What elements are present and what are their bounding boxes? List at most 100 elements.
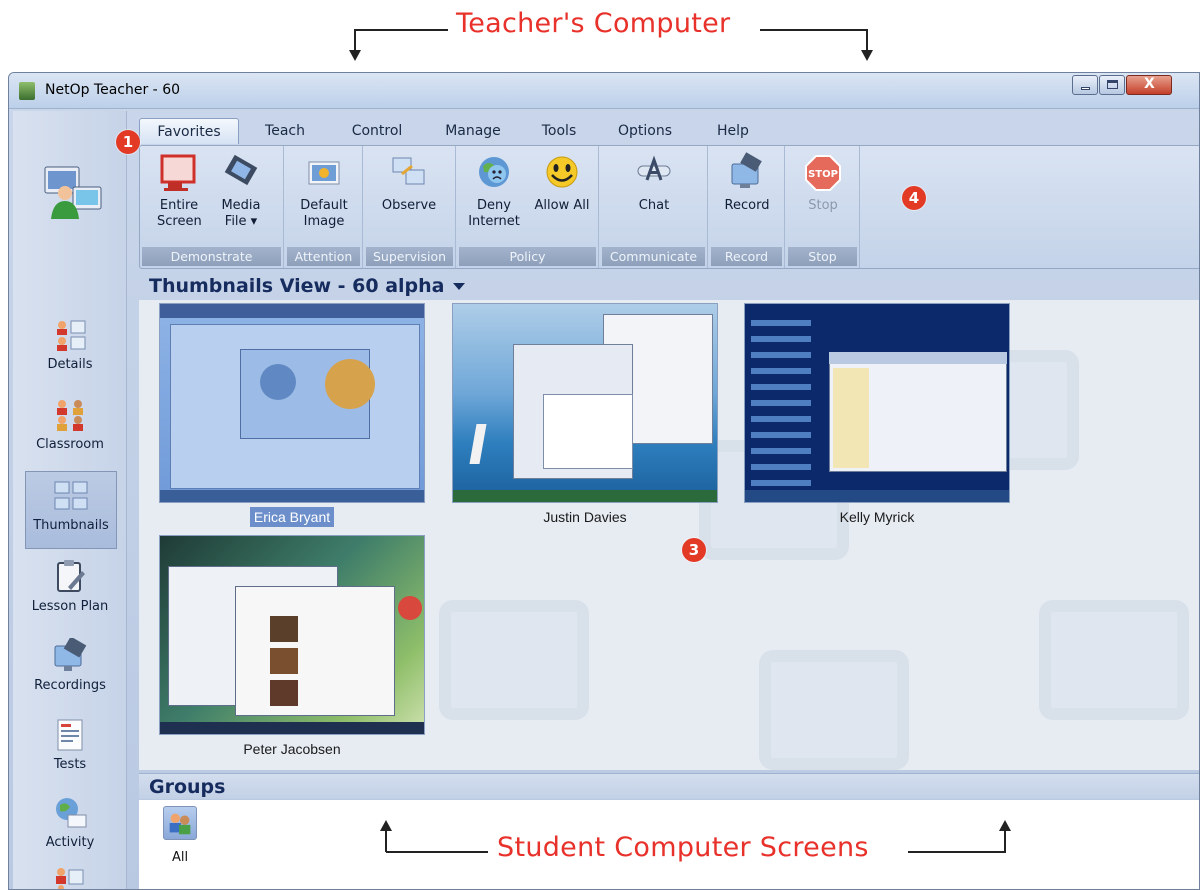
- student-screen-preview: [159, 303, 425, 503]
- student-name: Peter Jacobsen: [243, 741, 341, 757]
- student-name: Erica Bryant: [159, 507, 425, 527]
- image-icon: [308, 161, 340, 185]
- group-label-attention: Attention: [287, 247, 360, 266]
- netop-app-icon: [19, 82, 35, 100]
- sidebar-item-thumbnails[interactable]: Thumbnails: [25, 471, 117, 549]
- teacher-computer-callout: Teacher's Computer: [456, 8, 731, 39]
- title-bar[interactable]: NetOp Teacher - 60 X: [9, 73, 1199, 109]
- recordings-icon: [54, 638, 87, 671]
- sidebar-item-details[interactable]: Details: [13, 311, 127, 389]
- svg-text:STOP: STOP: [808, 169, 838, 180]
- student-screens-callout: Student Computer Screens: [497, 832, 869, 863]
- sidebar-item-recordings[interactable]: Recordings: [13, 632, 127, 710]
- record-icon: [731, 152, 762, 188]
- ribbon-group-attention: Default Image Attention: [285, 146, 363, 268]
- tests-icon: [57, 719, 83, 751]
- group-all-label: All: [171, 850, 189, 865]
- tab-favorites[interactable]: Favorites: [139, 118, 239, 144]
- group-label-record: Record: [711, 247, 782, 266]
- entire-screen-button[interactable]: Entire Screen: [146, 152, 212, 230]
- background-monitor-graphic: [1039, 600, 1189, 720]
- tab-teach[interactable]: Teach: [247, 118, 323, 144]
- observe-icon: [392, 157, 425, 185]
- stop-label: Stop: [808, 198, 838, 213]
- student-name: Justin Davies: [543, 509, 627, 525]
- groups-header: Groups: [139, 773, 1199, 799]
- close-icon: X: [1144, 76, 1155, 92]
- teacher-computer-icon: [44, 166, 102, 219]
- sidebar-item-tests[interactable]: Tests: [13, 711, 127, 789]
- minimize-icon: [1081, 87, 1090, 90]
- bottom-callout-arrow-left: [380, 820, 392, 831]
- observe-button[interactable]: Observe: [376, 152, 442, 214]
- thumbnails-view-title[interactable]: Thumbnails View - 60 alpha: [149, 275, 444, 297]
- background-monitor-graphic: [439, 600, 589, 720]
- top-callout-tick-left: [354, 29, 356, 51]
- tab-help[interactable]: Help: [705, 118, 761, 144]
- stop-button[interactable]: STOP Stop: [790, 152, 856, 214]
- sad-globe-icon: [479, 157, 509, 187]
- student-screen-preview: [452, 303, 718, 503]
- allow-all-button[interactable]: Allow All: [529, 152, 595, 214]
- top-callout-tick-right: [866, 29, 868, 51]
- bottom-callout-tick-right: [1004, 830, 1006, 852]
- minimize-button[interactable]: [1072, 75, 1098, 95]
- callout-number-1: 1: [116, 130, 140, 154]
- tab-tools[interactable]: Tools: [527, 118, 591, 144]
- close-button[interactable]: X: [1126, 75, 1172, 95]
- bottom-callout-tick-left: [385, 830, 387, 852]
- tab-manage[interactable]: Manage: [431, 118, 515, 144]
- media-file-button[interactable]: Media File ▾: [208, 152, 274, 230]
- maximize-button[interactable]: [1099, 75, 1125, 95]
- groups-title: Groups: [149, 776, 226, 798]
- stage: Teacher's Computer NetOp Teacher - 60 X: [0, 0, 1200, 890]
- ribbon-group-supervision: Observe Supervision: [364, 146, 456, 268]
- thumbnails-view-header: Thumbnails View - 60 alpha: [139, 273, 1199, 299]
- bottom-callout-arrow-right: [999, 820, 1011, 831]
- top-callout-line-left: [355, 29, 448, 31]
- chat-label: Chat: [638, 198, 670, 213]
- details-icon: [57, 320, 86, 351]
- sidebar-label-activity: Activity: [45, 835, 95, 850]
- default-image-button[interactable]: Default Image: [291, 152, 357, 230]
- chat-button[interactable]: Chat: [621, 152, 687, 214]
- tab-options[interactable]: Options: [605, 118, 685, 144]
- top-callout-arrow-left: [349, 50, 361, 61]
- next-sidebar-item-icon: [56, 868, 84, 889]
- sidebar-item-activity[interactable]: Activity: [13, 789, 127, 867]
- group-label-policy: Policy: [459, 247, 596, 266]
- record-button[interactable]: Record: [714, 152, 780, 214]
- allow-all-label: Allow All: [534, 198, 590, 213]
- activity-icon: [56, 798, 87, 828]
- bottom-callout-line-left: [386, 851, 488, 853]
- top-callout-line-right: [760, 29, 867, 31]
- thumbnails-icon: [54, 481, 88, 510]
- ribbon-group-demonstrate: Entire Screen Media File ▾ Demonstrate: [140, 146, 284, 268]
- callout-number-4: 4: [902, 186, 926, 210]
- ribbon-group-stop: STOP Stop Stop: [786, 146, 860, 268]
- bottom-callout-line-right: [908, 851, 1006, 853]
- tab-control[interactable]: Control: [335, 118, 419, 144]
- chevron-down-icon[interactable]: [453, 283, 465, 290]
- student-screen-preview: [744, 303, 1010, 503]
- ribbon-group-policy: Deny Internet Allow All Policy: [457, 146, 599, 268]
- sidebar-label-recordings: Recordings: [34, 678, 106, 693]
- maximize-icon: [1107, 80, 1118, 89]
- group-label-supervision: Supervision: [366, 247, 453, 266]
- sidebar-label-tests: Tests: [53, 757, 87, 772]
- window-title: NetOp Teacher - 60: [45, 82, 181, 98]
- sidebar-item-classroom[interactable]: Classroom: [13, 391, 127, 469]
- ribbon-group-record: Record Record: [709, 146, 785, 268]
- entire-screen-label: Entire Screen: [157, 198, 202, 229]
- deny-internet-button[interactable]: Deny Internet: [461, 152, 527, 230]
- group-all[interactable]: All: [157, 806, 203, 865]
- sidebar: Details Classroom Thumbnails Lesson Plan…: [13, 111, 127, 889]
- netop-teacher-window: NetOp Teacher - 60 X Details Classroom T…: [8, 72, 1200, 890]
- top-callout-arrow-right: [861, 50, 873, 61]
- sidebar-label-thumbnails: Thumbnails: [33, 518, 109, 533]
- sidebar-item-lesson-plan[interactable]: Lesson Plan: [13, 553, 127, 631]
- media-file-label: Media File ▾: [221, 198, 261, 229]
- thumbnails-area: Erica Bryant Justin Davies Kelly Myrick …: [139, 300, 1199, 770]
- ribbon: Entire Screen Media File ▾ Demonstrate D…: [139, 145, 1199, 269]
- deny-internet-label: Deny Internet: [468, 198, 520, 229]
